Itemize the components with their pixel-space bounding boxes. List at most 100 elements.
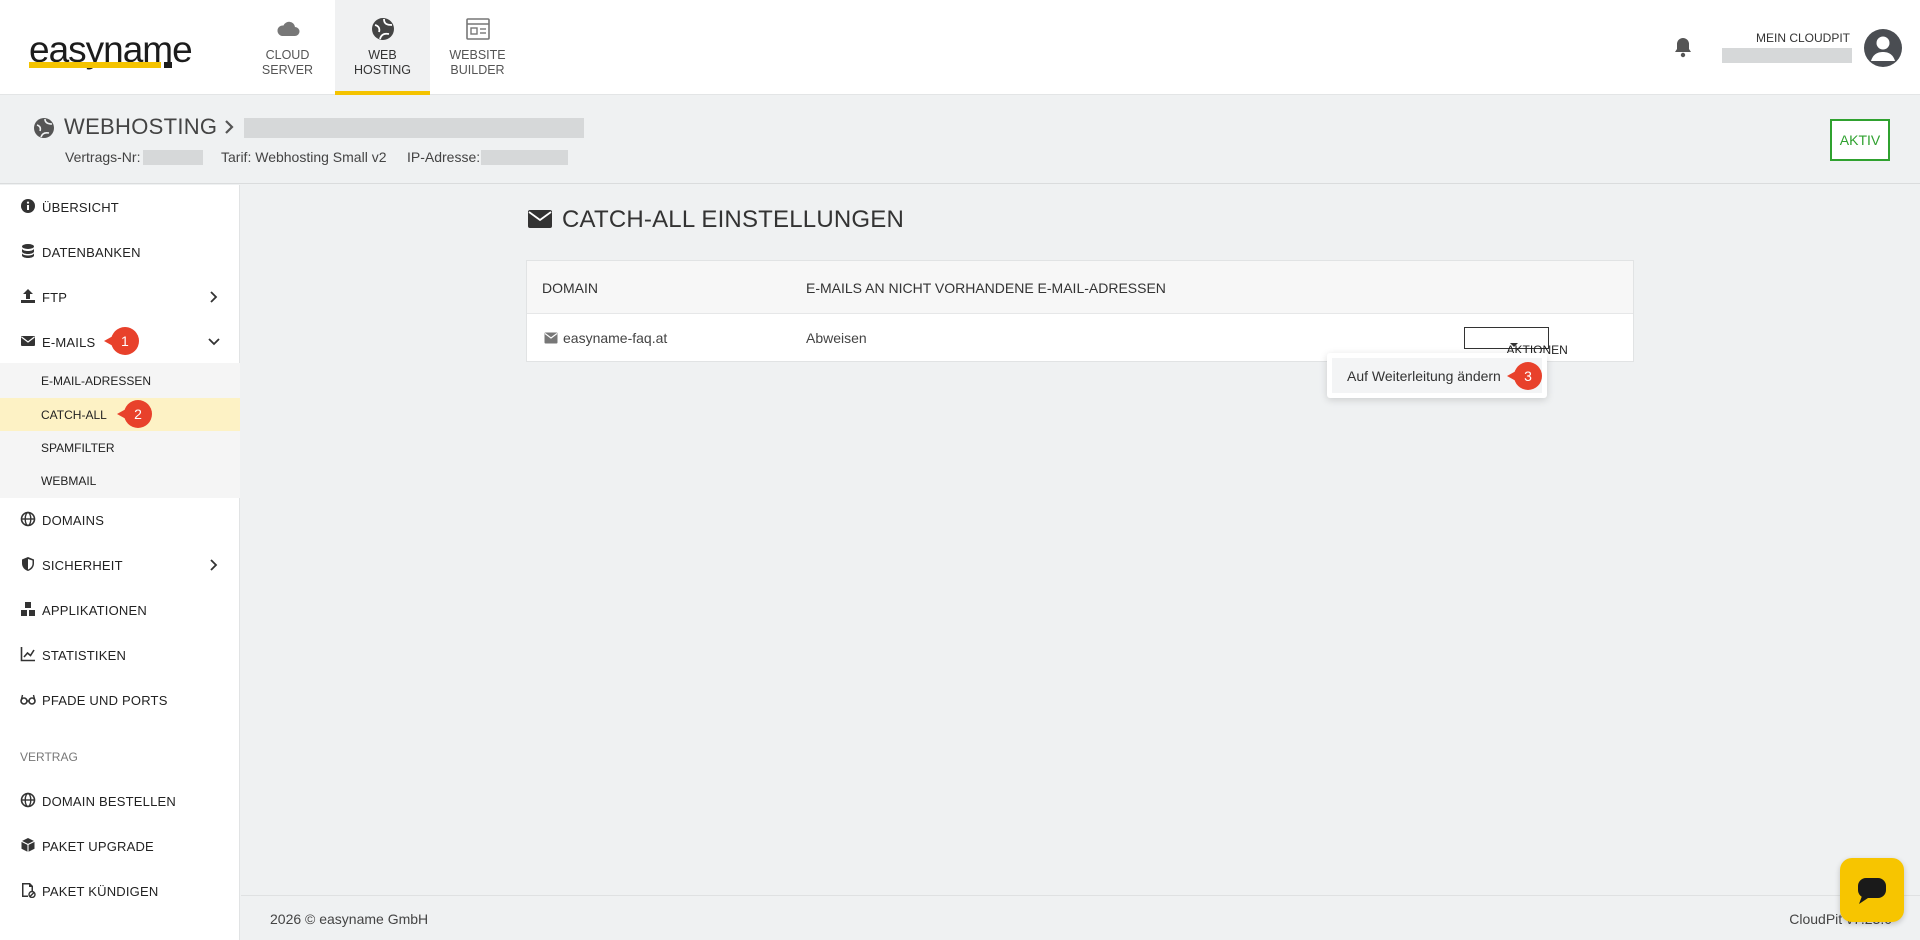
sidebar-item-sicherheit[interactable]: SICHERHEIT <box>0 543 240 587</box>
aktionen-dropdown-button[interactable]: AKTIONEN <box>1464 327 1568 357</box>
sidebar-item-label: DOMAINS <box>42 513 105 528</box>
sidebar-item-uebersicht[interactable]: ÜBERSICHT <box>0 185 240 229</box>
product-label-line1: CLOUD <box>265 48 310 62</box>
sidebar-subitem-label: E-MAIL-ADRESSEN <box>41 374 152 388</box>
envelope-icon <box>528 210 552 228</box>
catch-all-mode-cell: Abweisen <box>806 330 867 346</box>
redacted-ip-address <box>481 150 568 165</box>
sidebar-subitem-label: WEBMAIL <box>41 474 97 488</box>
domain-cell: easyname-faq.at <box>563 330 668 346</box>
chat-bubble-icon <box>1858 878 1886 904</box>
step-marker-1: 1 <box>104 327 139 355</box>
sidebar-subitem-email-adressen[interactable]: E-MAIL-ADRESSEN <box>0 364 240 397</box>
sidebar-section-vertrag: VERTRAG <box>20 750 78 764</box>
sidebar-item-emails[interactable]: E-MAILS 1 <box>0 320 240 364</box>
product-label-line1: WEBSITE <box>449 48 506 62</box>
sidebar-item-paket-kuendigen[interactable]: PAKET KÜNDIGEN <box>0 869 240 913</box>
cancel-document-icon <box>22 883 36 898</box>
database-icon <box>22 244 34 258</box>
product-website-builder[interactable]: WEBSITE BUILDER <box>430 0 525 95</box>
globe-icon <box>371 18 394 40</box>
product-label-line1: WEB <box>368 48 397 62</box>
logo-underline-dot <box>164 62 172 68</box>
sidebar-item-label: SICHERHEIT <box>42 558 123 573</box>
status-badge: AKTIV <box>1830 119 1890 161</box>
sidebar-item-datenbanken[interactable]: DATENBANKEN <box>0 230 240 274</box>
column-header-emails: E-MAILS AN NICHT VORHANDENE E-MAIL-ADRES… <box>806 280 1166 296</box>
sidebar-item-pfade-und-ports[interactable]: PFADE UND PORTS <box>0 678 240 722</box>
sidebar-item-label: APPLIKATIONEN <box>42 603 147 618</box>
sidebar-item-domain-bestellen[interactable]: DOMAIN BESTELLEN <box>0 779 240 823</box>
sidebar-item-label: FTP <box>42 290 68 305</box>
step-marker-2: 2 <box>117 400 152 428</box>
sidebar-item-applikationen[interactable]: APPLIKATIONEN <box>0 588 240 632</box>
product-cloud-server[interactable]: CLOUD SERVER <box>240 0 335 95</box>
redacted-contract-number <box>143 150 203 165</box>
redacted-username <box>1722 48 1852 63</box>
chart-line-icon <box>20 647 35 662</box>
cloud-icon <box>276 21 299 36</box>
box-icon <box>21 838 35 852</box>
sidebar: ÜBERSICHT DATENBANKEN FTP E-MAILS 1 E-MA… <box>0 185 240 940</box>
sidebar-subitem-label: CATCH-ALL <box>41 408 107 422</box>
footer: 2026 © easyname GmbH CloudPit v7.23.0 <box>241 895 1920 940</box>
sidebar-subitem-spamfilter[interactable]: SPAMFILTER <box>0 431 240 464</box>
chevron-right-icon <box>225 120 234 134</box>
account-label[interactable]: MEIN CLOUDPIT <box>1756 31 1850 45</box>
sidebar-item-label: DOMAIN BESTELLEN <box>42 794 176 809</box>
sidebar-item-label: ÜBERSICHT <box>42 200 119 215</box>
chevron-down-icon <box>208 338 220 346</box>
sidebar-subitem-webmail[interactable]: WEBMAIL <box>0 464 240 497</box>
shield-icon <box>22 557 34 571</box>
email-submenu: E-MAIL-ADRESSEN CATCH-ALL 2 SPAMFILTER W… <box>0 363 240 498</box>
menu-item-label: Auf Weiterleitung ändern <box>1347 368 1501 384</box>
page-header: WEBHOSTING Vertrags-Nr: Tarif: Webhostin… <box>0 96 1920 184</box>
sidebar-item-paket-upgrade[interactable]: PAKET UPGRADE <box>0 824 240 868</box>
column-header-domain: DOMAIN <box>542 280 598 296</box>
top-bar: easyname CLOUD SERVER WEB HOSTING WEBSIT… <box>0 0 1920 95</box>
sidebar-item-label: DATENBANKEN <box>42 245 141 260</box>
glasses-icon <box>20 694 36 705</box>
page-title: WEBHOSTING <box>64 114 218 139</box>
sidebar-subitem-label: SPAMFILTER <box>41 441 115 455</box>
redacted-contract-name <box>244 118 584 138</box>
sidebar-item-label: PAKET KÜNDIGEN <box>42 884 159 899</box>
globe-icon <box>20 792 36 808</box>
bell-icon[interactable] <box>1672 35 1694 59</box>
caret-down-icon <box>1509 343 1518 347</box>
footer-copyright: 2026 © easyname GmbH <box>270 911 429 927</box>
sidebar-item-label: PAKET UPGRADE <box>42 839 154 854</box>
step-marker-3: 3 <box>1507 362 1542 390</box>
envelope-icon <box>544 332 558 344</box>
envelope-icon <box>21 336 35 346</box>
product-label-line2: BUILDER <box>450 62 505 77</box>
website-builder-icon <box>465 18 490 40</box>
sidebar-item-label: E-MAILS <box>42 335 96 350</box>
user-avatar-icon[interactable] <box>1864 29 1902 67</box>
aktionen-dropdown-menu: Auf Weiterleitung ändern 3 <box>1327 353 1547 398</box>
upload-icon <box>21 289 35 303</box>
logo-underline <box>29 62 161 68</box>
chat-button[interactable] <box>1840 858 1904 922</box>
product-label-line2: SERVER <box>261 62 314 77</box>
table-header: DOMAIN E-MAILS AN NICHT VORHANDENE E-MAI… <box>527 261 1633 314</box>
sidebar-item-statistiken[interactable]: STATISTIKEN <box>0 633 240 677</box>
ip-address-label: IP-Adresse: <box>407 149 481 165</box>
sidebar-item-label: STATISTIKEN <box>42 648 127 663</box>
sidebar-item-ftp[interactable]: FTP <box>0 275 240 319</box>
contract-number-label: Vertrags-Nr: <box>65 149 141 165</box>
globe-icon <box>34 118 54 138</box>
sidebar-item-domains[interactable]: DOMAINS <box>0 498 240 542</box>
product-label-line2: HOSTING <box>354 62 411 77</box>
page-heading: CATCH-ALL EINSTELLUNGEN <box>562 206 905 233</box>
chevron-right-icon <box>210 559 218 571</box>
catch-all-table: DOMAIN E-MAILS AN NICHT VORHANDENE E-MAI… <box>526 260 1634 362</box>
tariff-label: Tarif: Webhosting Small v2 <box>221 149 387 165</box>
sidebar-subitem-catch-all[interactable]: CATCH-ALL 2 <box>0 398 240 431</box>
globe-icon <box>20 511 36 527</box>
applications-icon <box>21 602 35 616</box>
info-icon <box>21 199 35 213</box>
product-web-hosting[interactable]: WEB HOSTING <box>335 0 430 95</box>
sidebar-item-label: PFADE UND PORTS <box>42 693 168 708</box>
chevron-right-icon <box>210 291 218 303</box>
